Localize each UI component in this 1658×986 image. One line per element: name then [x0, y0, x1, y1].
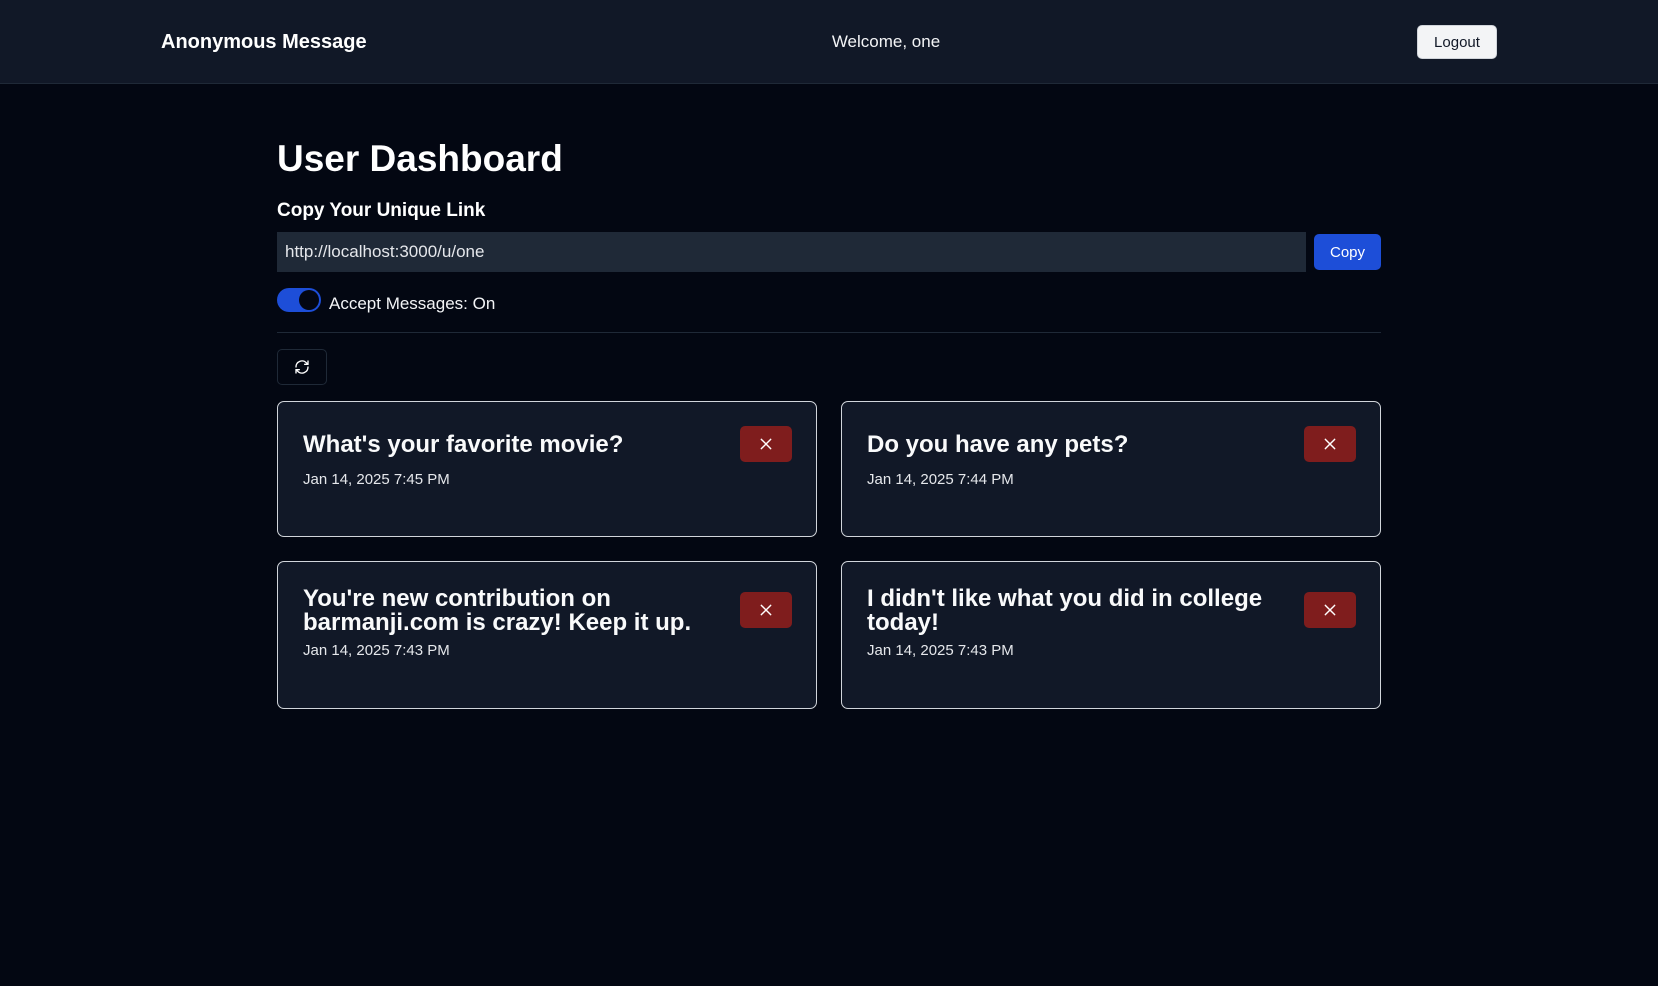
message-card: You're new contribution on barmanji.com …	[277, 561, 817, 709]
unique-link-input[interactable]	[277, 232, 1306, 272]
message-content: Do you have any pets?	[867, 431, 1129, 458]
close-icon	[760, 438, 772, 450]
message-card: What's your favorite movie? Jan 14, 2025…	[277, 401, 817, 537]
message-content: You're new contribution on barmanji.com …	[303, 585, 692, 636]
accept-messages-label: Accept Messages: On	[329, 294, 496, 313]
message-date: Jan 14, 2025 7:43 PM	[867, 642, 1014, 659]
message-content: What's your favorite movie?	[303, 431, 624, 458]
welcome-text: Welcome, one	[831, 32, 941, 51]
message-date: Jan 14, 2025 7:43 PM	[303, 642, 450, 659]
navbar: Anonymous Message Welcome, one Logout	[0, 0, 1658, 84]
delete-message-button[interactable]	[1304, 426, 1356, 462]
message-date: Jan 14, 2025 7:44 PM	[867, 471, 1014, 488]
page-title: User Dashboard	[277, 138, 563, 179]
delete-message-button[interactable]	[740, 426, 792, 462]
close-icon	[1324, 604, 1336, 616]
message-content: I didn't like what you did in college to…	[867, 585, 1263, 636]
close-icon	[760, 604, 772, 616]
toggle-knob	[299, 290, 319, 310]
refresh-icon	[295, 360, 309, 374]
unique-link-label: Copy Your Unique Link	[277, 200, 486, 221]
message-card: Do you have any pets? Jan 14, 2025 7:44 …	[841, 401, 1381, 537]
delete-message-button[interactable]	[1304, 592, 1356, 628]
message-date: Jan 14, 2025 7:45 PM	[303, 471, 450, 488]
copy-button[interactable]: Copy	[1314, 234, 1381, 270]
accept-messages-toggle[interactable]	[277, 288, 321, 312]
refresh-button[interactable]	[277, 349, 327, 385]
close-icon	[1324, 438, 1336, 450]
logout-button[interactable]: Logout	[1417, 25, 1497, 59]
delete-message-button[interactable]	[740, 592, 792, 628]
message-card: I didn't like what you did in college to…	[841, 561, 1381, 709]
section-divider	[277, 332, 1381, 333]
